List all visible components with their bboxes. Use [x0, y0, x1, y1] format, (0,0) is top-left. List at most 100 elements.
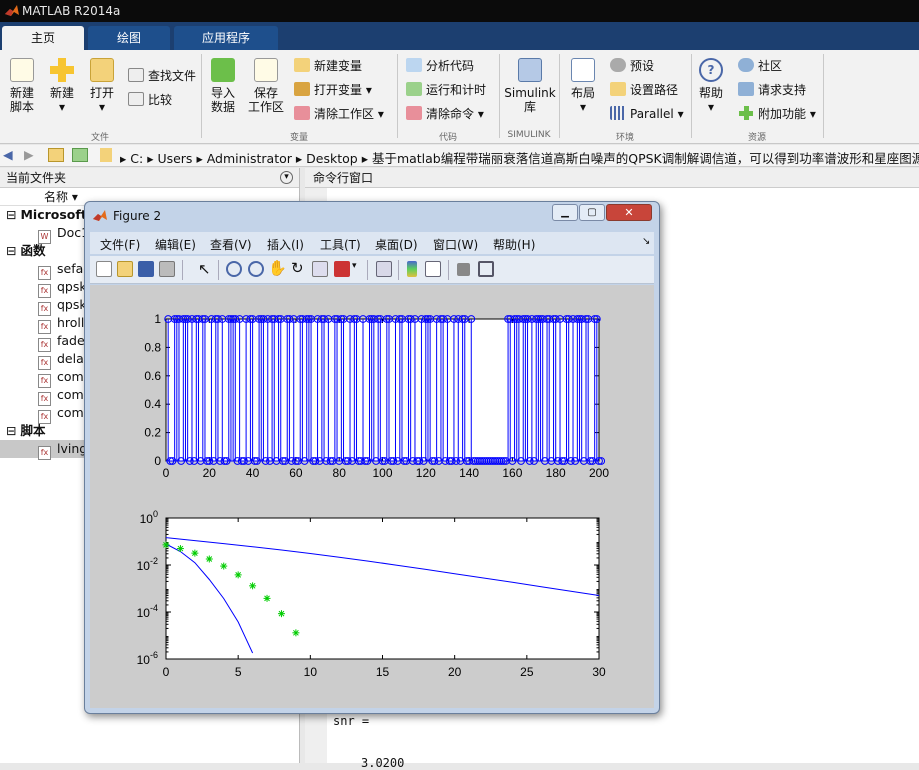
star-marker: [277, 610, 285, 618]
collapse-icon[interactable]: ⊟: [6, 423, 16, 438]
new-variable-button[interactable]: 新建变量: [294, 56, 362, 76]
figure-menu-item[interactable]: 帮助(H): [493, 236, 535, 253]
figure-menu-item[interactable]: 插入(I): [267, 236, 304, 253]
x-tick-label-top: 20: [203, 466, 217, 480]
y-tick-label-top: 1: [154, 312, 161, 326]
chevron-down-icon: ▾: [98, 100, 106, 114]
file-name: hroll: [57, 315, 85, 330]
figure-title-bar[interactable]: Figure 2 ▁ ▢ ✕: [85, 202, 659, 230]
help-icon: ?: [699, 58, 723, 82]
parallel-button[interactable]: Parallel ▾: [610, 104, 684, 124]
star-marker: [263, 594, 271, 602]
forward-arrow-icon[interactable]: ▶: [24, 147, 34, 162]
chevron-down-icon: ▾: [809, 107, 816, 121]
link-plot-icon[interactable]: [376, 261, 392, 277]
open-button[interactable]: 打开 ▾: [86, 58, 118, 114]
colorbar-icon[interactable]: [407, 261, 417, 277]
pan-hand-icon[interactable]: ✋: [268, 259, 287, 277]
panel-menu-icon[interactable]: ▾: [280, 171, 293, 184]
run-and-time-icon: [406, 82, 422, 96]
help-button[interactable]: ? 帮助 ▾: [696, 58, 726, 114]
back-arrow-icon[interactable]: ◀: [3, 147, 13, 162]
rotate-3d-icon[interactable]: ↻: [291, 259, 304, 277]
compare-button[interactable]: 比较: [128, 90, 172, 110]
chevron-right-icon: ▸: [147, 151, 158, 166]
figure-menu-item[interactable]: 桌面(D): [375, 236, 418, 253]
set-path-button[interactable]: 设置路径: [610, 80, 678, 100]
analyze-code-button[interactable]: 分析代码: [406, 56, 474, 76]
x-tick-label-top: 60: [289, 466, 303, 480]
figure-menu-item[interactable]: 窗口(W): [433, 236, 478, 253]
file-name: qpsk: [57, 297, 87, 312]
collapse-icon[interactable]: ⊟: [6, 243, 16, 258]
new-figure-icon[interactable]: [96, 261, 112, 277]
clear-commands-button[interactable]: 清除命令 ▾: [406, 104, 484, 124]
new-button[interactable]: 新建 ▾: [46, 58, 78, 114]
figure-canvas: 0 20 40 60 80 100 120 140 160 180 200 0 0.2 0.4 0.6 0.8…: [90, 285, 654, 708]
brush-icon[interactable]: [334, 261, 350, 277]
breadcrumb-project-folder[interactable]: 基于matlab编程带瑞丽衰落信道高斯白噪声的QPSK调制解调信道，可以得到功率…: [372, 151, 919, 166]
legend-icon[interactable]: [425, 261, 441, 277]
open-variable-icon: [294, 82, 310, 96]
breadcrumb-administrator[interactable]: Administrator: [207, 151, 292, 166]
find-files-button[interactable]: 查找文件: [128, 66, 196, 86]
request-support-button[interactable]: 请求支持: [738, 80, 806, 100]
save-workspace-button[interactable]: 保存 工作区: [246, 58, 286, 114]
toolbar-divider: [448, 260, 449, 280]
minimize-button[interactable]: ▁: [552, 204, 578, 221]
figure-menu-item[interactable]: 文件(F): [100, 236, 140, 253]
browse-folder-icon[interactable]: [72, 148, 88, 162]
addons-button[interactable]: 附加功能 ▾: [738, 104, 816, 124]
x-tick-label-top: 120: [416, 466, 436, 480]
star-marker: [176, 545, 184, 553]
clear-workspace-button[interactable]: 清除工作区 ▾: [294, 104, 384, 124]
zoom-out-icon[interactable]: [248, 261, 264, 277]
pointer-icon[interactable]: ↖: [198, 260, 211, 278]
group-label-environment: 环境: [615, 133, 634, 143]
simulink-library-button[interactable]: Simulink 库: [504, 58, 556, 114]
compare-icon: [128, 92, 144, 106]
open-variable-button[interactable]: 打开变量 ▾: [294, 80, 372, 100]
breadcrumb-users[interactable]: Users: [157, 151, 192, 166]
x-tick-label-bottom: 10: [304, 665, 318, 679]
zoom-in-icon[interactable]: [226, 261, 242, 277]
up-folder-icon[interactable]: [48, 148, 64, 162]
star-marker: [249, 582, 257, 590]
new-script-button[interactable]: 新建 脚本: [6, 58, 38, 114]
import-data-button[interactable]: 导入 数据: [206, 58, 240, 114]
print-icon[interactable]: [159, 261, 175, 277]
tab-home[interactable]: 主页: [2, 26, 84, 50]
x-tick-label-bottom: 5: [235, 665, 242, 679]
show-plot-tools-icon[interactable]: [478, 261, 494, 277]
request-support-icon: [738, 82, 754, 96]
figure-menu-item[interactable]: 工具(T): [320, 236, 361, 253]
tab-plots[interactable]: 绘图: [88, 26, 170, 50]
figure-window[interactable]: Figure 2 ▁ ▢ ✕ ↘ 文件(F) 编辑(E) 查看(V) 插入(I) 工具(…: [84, 201, 660, 714]
x-tick-label-top: 200: [589, 466, 609, 480]
save-icon[interactable]: [138, 261, 154, 277]
breadcrumb-desktop[interactable]: Desktop: [306, 151, 358, 166]
figure-menu-item[interactable]: 编辑(E): [155, 236, 196, 253]
hide-plot-tools-icon[interactable]: [457, 263, 470, 276]
y-tick-label-bottom: 100: [140, 509, 158, 526]
chevron-down-icon[interactable]: ▾: [352, 261, 357, 271]
data-cursor-icon[interactable]: [312, 261, 328, 277]
collapse-icon[interactable]: ⊟: [6, 207, 16, 222]
close-button[interactable]: ✕: [606, 204, 652, 221]
y-tick-label-top: 0.4: [144, 397, 161, 411]
figure-menu-item[interactable]: 查看(V): [210, 236, 252, 253]
script-file-icon: fx: [38, 446, 51, 460]
run-and-time-button[interactable]: 运行和计时: [406, 80, 486, 100]
star-marker: [205, 555, 213, 563]
community-button[interactable]: 社区: [738, 56, 782, 76]
breadcrumb-drive[interactable]: C:: [130, 151, 143, 166]
y-tick-label-top: 0.6: [144, 369, 161, 383]
tab-apps[interactable]: 应用程序: [174, 26, 278, 50]
community-icon: [738, 58, 754, 72]
layout-button[interactable]: 布局 ▾: [566, 58, 600, 114]
maximize-button[interactable]: ▢: [579, 204, 605, 221]
dock-arrow-icon[interactable]: ↘: [642, 236, 650, 247]
group-divider: [499, 54, 500, 138]
open-file-icon[interactable]: [117, 261, 133, 277]
preferences-button[interactable]: 预设: [610, 56, 654, 76]
